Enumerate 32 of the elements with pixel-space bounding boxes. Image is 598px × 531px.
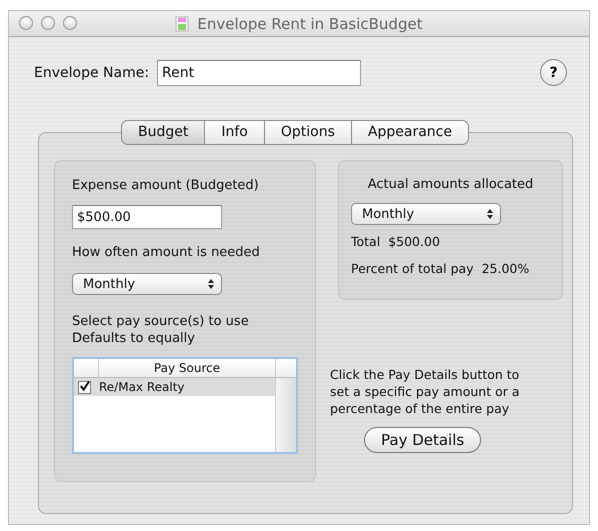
close-button[interactable] — [19, 16, 33, 30]
frequency-label: How often amount is needed — [72, 244, 261, 261]
table-row[interactable]: Re/Max Realty — [74, 378, 276, 396]
pay-source-instructions: Select pay source(s) to use Defaults to equally — [72, 313, 250, 347]
tab[interactable]: Appearance — [352, 120, 469, 145]
pay-details-note: Click the Pay Details button to set a specific pay amount or a percentage of the entire pay — [330, 366, 520, 417]
checkbox[interactable] — [78, 380, 91, 394]
pay-source-table[interactable]: Pay Source Re/Max Realty — [72, 357, 298, 454]
frequency-dropdown[interactable]: Monthly — [72, 273, 222, 295]
period-dropdown[interactable]: Monthly — [351, 203, 501, 225]
percent-value: 25.00% — [482, 260, 530, 277]
tab[interactable]: Info — [205, 120, 265, 145]
up-down-arrows-icon — [207, 278, 215, 290]
envelope-name-field[interactable]: Rent — [157, 60, 362, 86]
expense-amount-field[interactable]: $500.00 — [72, 205, 222, 229]
pay-source-name: Re/Max Realty — [99, 380, 185, 394]
document-icon — [175, 16, 190, 32]
zoom-button[interactable] — [63, 16, 77, 30]
help-button[interactable]: ? — [540, 59, 567, 86]
total-label: Total — [351, 233, 380, 250]
actual-amounts-title: Actual amounts allocated — [366, 176, 534, 193]
window-title: Envelope Rent in BasicBudget — [197, 14, 423, 32]
tab[interactable]: Budget — [121, 120, 206, 145]
total-value: $500.00 — [388, 233, 440, 250]
up-down-arrows-icon — [486, 208, 494, 220]
pay-details-button[interactable]: Pay Details — [364, 427, 482, 453]
percent-label: Percent of total pay — [351, 260, 474, 277]
minimize-button[interactable] — [41, 16, 55, 30]
tab[interactable]: Options — [264, 120, 352, 145]
expense-label: Expense amount (Budgeted) — [72, 177, 260, 194]
scroll-bar[interactable] — [275, 378, 296, 452]
envelope-name-label: Envelope Name: — [34, 64, 150, 80]
